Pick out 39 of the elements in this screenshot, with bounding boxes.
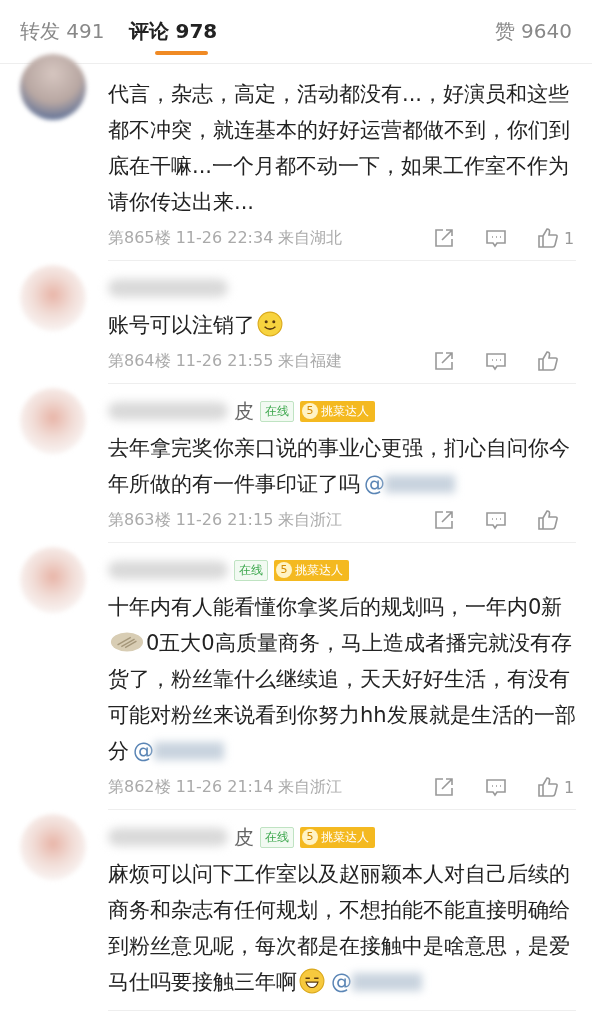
tab[interactable]: 评论 978 [128,0,218,57]
blurred-mention [385,475,455,493]
share-icon[interactable] [432,508,456,532]
online-badge: 在线 [260,826,294,848]
mention-link[interactable]: @ [133,739,154,763]
avatar[interactable] [20,547,86,613]
username[interactable]: 皮 [234,823,254,851]
tab[interactable]: 转发 491 [20,0,105,57]
level-badge: 5 挑菜达人 [300,400,375,422]
username[interactable]: 皮 [234,397,254,425]
mention-link[interactable]: @ [331,970,352,994]
avatar[interactable] [20,265,86,331]
comment-text: 麻烦可以问下工作室以及赵丽颖本人对自己后续的商务和杂志有任何规划，不想拍能不能直接明确给到粉丝意见呢，每次都是在接触中是啥意思，是爱马仕吗要接触三年啊 @ [108,861,571,996]
comment-text: 十年内有人能看懂你拿奖后的规划吗，一年内0新 0五大0高质量商务，马上造成者播完就没有存货了，粉丝靠什么继续追，天天好好生活，有没有可能对粉丝来说看到你努力hh发展就是生活的一部分 @ [108,594,576,765]
blurred-mention [154,742,224,760]
grinning-face-icon [299,968,325,994]
level-badge: 5 挑菜达人 [300,826,375,848]
avatar[interactable] [20,814,86,880]
comment-meta: 第865楼 11-26 22:34 来自湖北 [108,227,343,249]
avatar[interactable] [20,388,86,454]
smiley-icon [257,311,283,337]
comment-meta: 第864楼 11-26 21:55 来自福建 [108,350,343,372]
share-icon[interactable] [432,226,456,250]
like-button[interactable]: 1 [536,775,576,799]
online-badge: 在线 [234,559,268,581]
comment-meta: 第862楼 11-26 21:14 来自浙江 [108,776,343,798]
online-badge: 在线 [260,400,294,422]
comment-text: 账号可以注销了 [108,307,576,343]
share-icon[interactable] [432,349,456,373]
avatar[interactable] [20,54,86,120]
share-icon[interactable] [432,775,456,799]
comment-text: 去年拿完奖你亲口说的事业心更强，扪心自问你今年所做的有一件事印证了吗 @ [108,435,571,498]
comment-meta: 第863楼 11-26 21:15 来自浙江 [108,509,343,531]
mention-link[interactable]: @ [364,472,385,496]
level-badge: 5 挑菜达人 [274,559,349,581]
comment-text: 代言，杂志，高定，活动都没有...，好演员和这些都不冲突，就连基本的好好运营都做不到，你们到底在干嘛...一个月都不动一下，如果工作室不作为请你传达出来... [108,81,571,216]
like-button[interactable]: 1 [536,226,576,250]
blurred-mention [352,973,422,991]
tab[interactable]: 赞 9640 [494,0,572,57]
